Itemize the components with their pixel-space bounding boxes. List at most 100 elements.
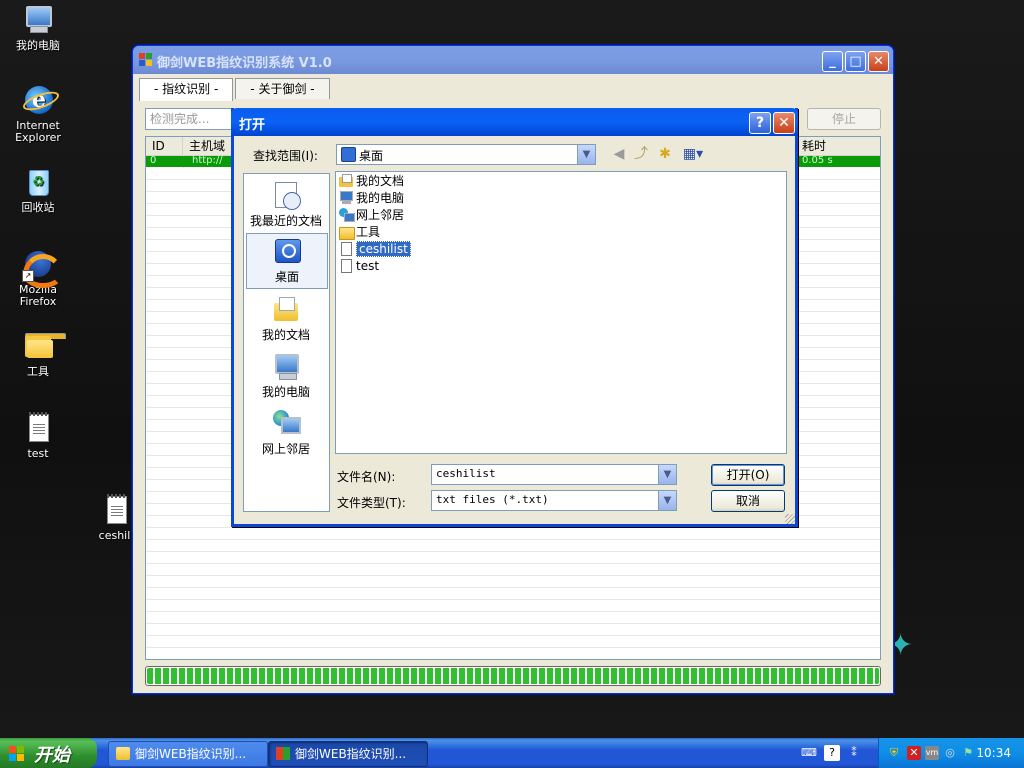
- place-my-computer[interactable]: 我的电脑: [246, 349, 326, 403]
- progress-bar: [145, 666, 881, 686]
- open-dialog: 打开 ? ✕ 查找范围(I): 桌面 ▼ ◀ ⤴ ✱ ▦▾ 我最近的文档 桌面: [231, 108, 798, 527]
- place-desktop[interactable]: 桌面: [246, 233, 328, 289]
- app-title: 御剑WEB指纹识别系统 V1.0: [157, 56, 332, 71]
- file-name-value: ceshilist: [436, 467, 496, 480]
- file-name-combobox[interactable]: ceshilist ▼: [431, 464, 677, 485]
- dialog-close-button[interactable]: ✕: [773, 112, 795, 134]
- place-label: 网上邻居: [261, 442, 310, 456]
- desktop-icon-test[interactable]: test: [0, 412, 76, 460]
- desktop-icon: [341, 147, 356, 162]
- keyboard-icon[interactable]: ⌨: [801, 745, 817, 761]
- chevron-down-icon[interactable]: ▼: [577, 145, 595, 164]
- places-bar: 我最近的文档 桌面 我的文档 我的电脑 网上邻居: [243, 173, 330, 512]
- close-icon: ✕: [873, 54, 884, 69]
- tab-about[interactable]: - 关于御剑 -: [235, 78, 330, 99]
- file-name: 网上邻居: [356, 208, 405, 222]
- chevron-down-icon[interactable]: ▼: [658, 465, 676, 484]
- desktop-icon-firefox[interactable]: ↗ Mozilla Firefox: [0, 248, 76, 308]
- look-in-combobox[interactable]: 桌面 ▼: [336, 144, 596, 165]
- place-label: 我的电脑: [261, 385, 310, 399]
- taskbar-button-explorer[interactable]: 御剑WEB指纹识别...: [108, 741, 268, 767]
- network-connection-icon[interactable]: ◎: [943, 746, 957, 760]
- column-header-id[interactable]: ID: [146, 137, 183, 155]
- security-shield-icon[interactable]: ⛨: [887, 746, 901, 760]
- input-options-icon[interactable]: ⁑: [846, 745, 862, 761]
- place-network[interactable]: 网上邻居: [246, 406, 326, 460]
- folder-icon: [339, 225, 355, 240]
- desktop-icon: [272, 236, 302, 266]
- help-icon[interactable]: ?: [824, 745, 840, 761]
- file-list[interactable]: 我的文档 我的电脑 网上邻居 工具 ceshilist test: [335, 171, 787, 454]
- maximize-icon: □: [849, 54, 862, 69]
- new-folder-icon[interactable]: ✱: [657, 146, 673, 162]
- maximize-button[interactable]: □: [845, 51, 866, 72]
- my-computer-icon: [22, 4, 54, 36]
- help-button[interactable]: ?: [749, 112, 771, 134]
- view-menu-icon[interactable]: ▦▾: [681, 146, 705, 162]
- network-places-icon: [271, 408, 301, 438]
- help-icon: ?: [755, 115, 765, 131]
- security-alert-icon[interactable]: ✕: [907, 746, 921, 760]
- close-button[interactable]: ✕: [868, 51, 889, 72]
- firefox-icon: ↗: [22, 248, 63, 288]
- my-computer-icon: [339, 191, 353, 204]
- app-tabs: - 指纹识别 -- 关于御剑 -: [139, 78, 332, 101]
- place-recent-documents[interactable]: 我最近的文档: [246, 178, 326, 232]
- recycle-bin-icon: ♻: [22, 166, 54, 198]
- folder-icon: [116, 747, 130, 760]
- dialog-titlebar[interactable]: 打开 ? ✕: [231, 108, 798, 136]
- notepad-file-icon: [22, 412, 54, 444]
- desktop-icon-my-computer[interactable]: 我的电脑: [0, 4, 76, 52]
- file-name: test: [356, 259, 380, 273]
- taskbar-button-app[interactable]: 御剑WEB指纹识别...: [268, 741, 428, 767]
- vmware-tools-icon[interactable]: vm: [925, 746, 939, 760]
- place-my-documents[interactable]: 我的文档: [246, 292, 326, 346]
- cell-time: 0.05 s: [802, 155, 833, 166]
- resize-grip[interactable]: [785, 514, 795, 524]
- file-name-label: 文件名(N):: [337, 470, 396, 484]
- list-item[interactable]: 我的文档: [339, 173, 404, 189]
- cancel-button[interactable]: 取消: [711, 490, 785, 512]
- my-documents-icon: [339, 174, 353, 187]
- file-name: ceshilist: [356, 241, 411, 257]
- file-type-label: 文件类型(T):: [337, 496, 406, 510]
- task-label: 御剑WEB指纹识别...: [295, 747, 407, 761]
- start-label: 开始: [34, 745, 70, 766]
- text-file-icon: [339, 259, 353, 273]
- place-label: 我最近的文档: [249, 214, 322, 228]
- app-titlebar[interactable]: 御剑WEB指纹识别系统 V1.0 _ □ ✕: [133, 46, 893, 74]
- file-type-combobox[interactable]: txt files (*.txt) ▼: [431, 490, 677, 511]
- network-status-icon[interactable]: ⚑: [961, 746, 975, 760]
- close-icon: ✕: [778, 115, 790, 131]
- tab-fingerprint[interactable]: - 指纹识别 -: [139, 78, 234, 101]
- desktop-icon-internet-explorer[interactable]: e Internet Explorer: [0, 84, 76, 144]
- taskbar: 开始 御剑WEB指纹识别... 御剑WEB指纹识别... ⌨ ? ⁑ ⛨ ✕ v…: [0, 738, 1024, 768]
- stop-button[interactable]: 停止: [807, 108, 881, 130]
- system-tray: ⛨ ✕ vm ◎ ⚑ 10:34: [878, 738, 1024, 768]
- start-button[interactable]: 开始: [0, 738, 97, 768]
- open-button[interactable]: 打开(O): [711, 464, 785, 486]
- back-icon[interactable]: ◀: [611, 146, 627, 162]
- minimize-button[interactable]: _: [822, 51, 843, 72]
- desktop-icon-label: Explorer: [15, 131, 61, 144]
- list-item[interactable]: test: [339, 258, 379, 274]
- up-folder-icon[interactable]: ⤴: [633, 146, 649, 162]
- cell-host: http://: [192, 155, 223, 166]
- place-label: 桌面: [274, 270, 299, 284]
- desktop-icon-tools-folder[interactable]: 工具: [0, 330, 76, 378]
- recent-documents-icon: [271, 180, 301, 210]
- chevron-down-icon[interactable]: ▼: [658, 491, 676, 510]
- minimize-icon: _: [829, 54, 836, 69]
- list-item[interactable]: 我的电脑: [339, 190, 404, 206]
- look-in-value: 桌面: [359, 149, 384, 163]
- list-item[interactable]: 工具: [339, 224, 380, 240]
- notepad-file-icon: [100, 494, 132, 526]
- desktop-icon-label: 我的电脑: [16, 39, 60, 52]
- clock: 10:34: [976, 746, 1011, 760]
- column-header-time[interactable]: 耗时: [796, 137, 852, 155]
- list-item[interactable]: ceshilist: [339, 241, 411, 257]
- file-name: 我的文档: [356, 174, 405, 188]
- list-item[interactable]: 网上邻居: [339, 207, 404, 223]
- desktop-icon-recycle-bin[interactable]: ♻ 回收站: [0, 166, 76, 214]
- desktop-icon-label: 回收站: [21, 201, 55, 214]
